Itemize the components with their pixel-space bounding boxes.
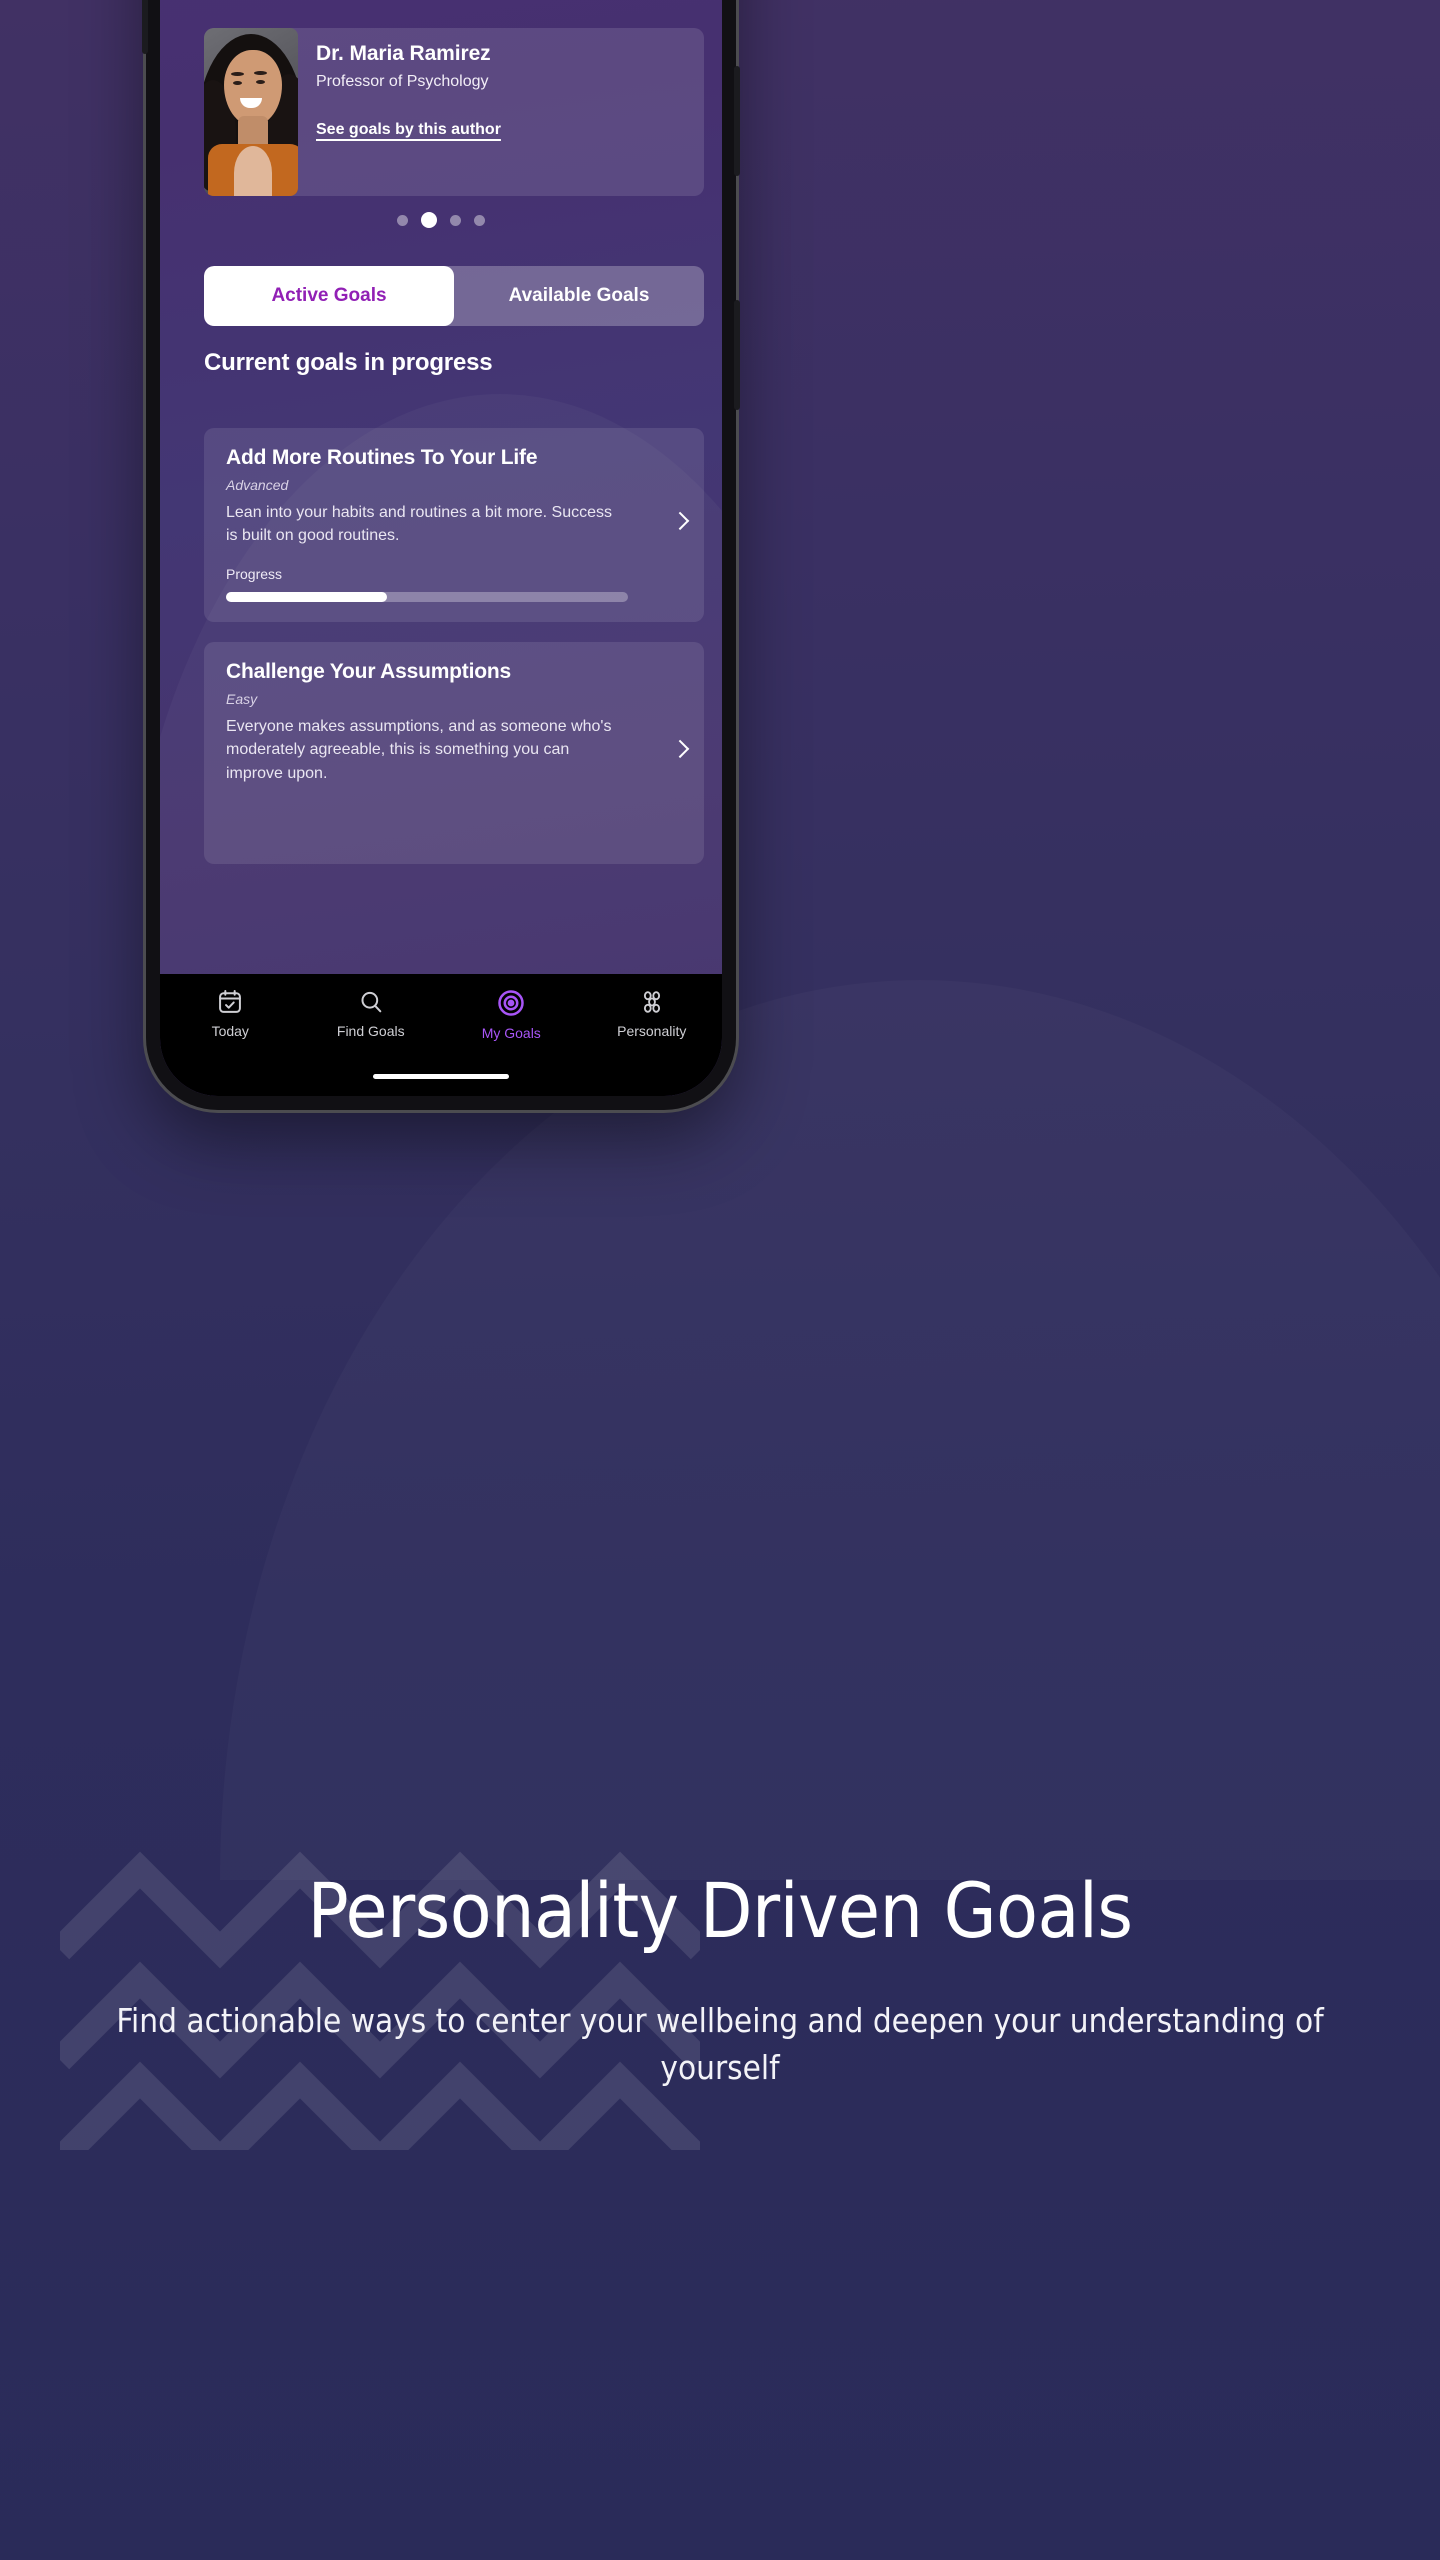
goal-card[interactable]: Challenge Your Assumptions Easy Everyone… [204, 642, 704, 864]
power-button[interactable] [142, 0, 148, 54]
home-indicator[interactable] [373, 1074, 509, 1079]
author-name: Dr. Maria Ramirez [316, 42, 491, 65]
page-subtitle: Find actionable ways to center your well… [116, 2001, 1324, 2087]
nav-item-today[interactable]: Today [160, 988, 301, 1039]
carousel-dots[interactable] [160, 212, 722, 228]
flower-cluster-icon [643, 991, 660, 1013]
goal-card[interactable]: Add More Routines To Your Life Advanced … [204, 428, 704, 622]
calendar-check-icon [219, 990, 242, 1013]
see-goals-by-author-link[interactable]: See goals by this author [316, 121, 501, 139]
author-role: Professor of Psychology [316, 73, 489, 91]
nav-item-my-goals[interactable]: My Goals [441, 988, 582, 1041]
goal-title: Add More Routines To Your Life [226, 446, 538, 469]
progress-bar [226, 591, 628, 602]
carousel-dot-4[interactable] [474, 214, 485, 226]
nav-item-personality[interactable]: Personality [582, 988, 723, 1039]
author-card[interactable]: Dr. Maria Ramirez Professor of Psycholog… [204, 28, 704, 196]
volume-down-button[interactable] [734, 300, 740, 410]
target-icon [498, 990, 524, 1016]
goal-title: Challenge Your Assumptions [226, 660, 511, 683]
nav-label: Find Goals [336, 1023, 405, 1039]
goal-description: Everyone makes assumptions, and as someo… [226, 718, 612, 782]
goal-description: Lean into your habits and routines a bit… [226, 504, 612, 545]
goal-difficulty: Advanced [226, 477, 289, 494]
nav-item-find-goals[interactable]: Find Goals [301, 988, 442, 1039]
bottom-navigation-bar[interactable]: Today Find Goals My Goals Personality [160, 974, 722, 1096]
page-title: Personality Driven Goals [307, 1866, 1133, 1955]
section-title: Current goals in progress [204, 349, 493, 376]
tab-available-goals[interactable]: Available Goals [454, 266, 704, 326]
tab-active-goals[interactable]: Active Goals [204, 266, 454, 326]
carousel-dot-1[interactable] [397, 214, 408, 226]
progress-label: Progress [226, 565, 283, 582]
volume-up-button[interactable] [734, 66, 740, 176]
search-icon [361, 991, 382, 1013]
goal-difficulty: Easy [226, 691, 258, 708]
progress-bar-fill [226, 591, 387, 602]
nav-label: Today [211, 1023, 249, 1039]
carousel-dot-2[interactable] [421, 212, 437, 228]
promo-copy: Personality Driven Goals Find actionable… [0, 1866, 1440, 2092]
goals-tab-bar[interactable]: Active Goals Available Goals [204, 266, 704, 326]
phone-device-frame: Dr. Maria Ramirez Professor of Psycholog… [142, 0, 740, 1110]
author-info: Dr. Maria Ramirez Professor of Psycholog… [298, 28, 704, 196]
nav-label: My Goals [481, 1025, 541, 1041]
chevron-right-icon [670, 739, 690, 759]
avatar [204, 28, 298, 196]
carousel-dot-3[interactable] [450, 214, 461, 226]
app-viewport: Dr. Maria Ramirez Professor of Psycholog… [160, 0, 722, 1096]
chevron-right-icon [670, 511, 690, 531]
nav-label: Personality [617, 1023, 687, 1039]
background-sweep-decoration [220, 980, 1440, 1880]
phone-screen: Dr. Maria Ramirez Professor of Psycholog… [160, 0, 722, 1096]
